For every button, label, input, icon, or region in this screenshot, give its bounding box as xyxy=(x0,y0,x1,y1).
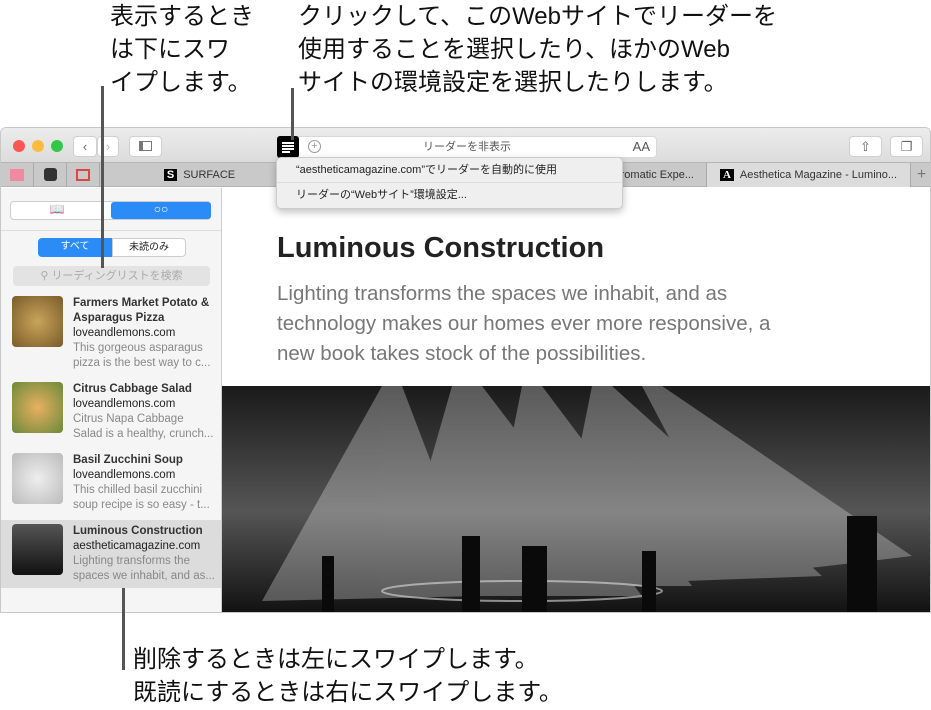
item-description: Lighting transforms the xyxy=(73,555,190,567)
pinned-tab[interactable] xyxy=(34,163,67,187)
item-title: Citrus Cabbage Salad xyxy=(73,383,192,395)
article-hero-image xyxy=(222,386,930,612)
filter-unread[interactable]: 未読のみ xyxy=(112,238,186,257)
article-title: Luminous Construction xyxy=(277,232,605,264)
reader-content: Luminous Construction Lighting transform… xyxy=(222,188,930,612)
reader-button[interactable] xyxy=(277,136,299,158)
plus-icon[interactable]: + xyxy=(308,140,321,153)
item-description: This gorgeous asparagus xyxy=(73,342,203,354)
pinned-tab[interactable] xyxy=(1,163,34,187)
reading-list-search[interactable]: ⚲ リーディングリストを検索 xyxy=(13,266,210,286)
minimize-button[interactable] xyxy=(32,140,44,152)
callout-line: は下にスワ xyxy=(110,36,230,63)
item-site: aestheticamagazine.com xyxy=(73,540,201,552)
item-site: loveandlemons.com xyxy=(73,469,176,481)
reading-list: Farmers Market Potato & Asparagus Pizza lo… xyxy=(1,292,221,598)
tab-label: Aesthetica Magazine - Lumino... xyxy=(739,169,898,181)
item-title: Asparagus Pizza xyxy=(73,312,165,324)
subtitle-line: Lighting transforms the spaces we inhabi… xyxy=(277,282,728,305)
menu-item-reader-preferences[interactable]: リーダーの“Webサイト”環境設定... xyxy=(277,183,622,208)
tab-surface[interactable]: S SURFACE xyxy=(100,163,300,187)
surface-favicon: S xyxy=(163,169,178,181)
tab-label: SURFACE xyxy=(183,169,236,181)
sidebar-icon xyxy=(139,141,152,151)
item-description: This chilled basil zucchini xyxy=(73,484,203,496)
callout-line: 削除するときは左にスワイプします。 xyxy=(133,646,539,673)
subtitle-line: new book takes stock of the possibilitie… xyxy=(277,342,647,365)
reader-options-menu: “aestheticamagazine.com”でリーダーを自動的に使用 リーダ… xyxy=(276,157,623,209)
item-site: loveandlemons.com xyxy=(73,327,176,339)
search-icon: ⚲ xyxy=(40,270,52,282)
callout-line: 使用することを選択したり、ほかのWeb xyxy=(298,36,730,63)
menu-item-auto-reader[interactable]: “aestheticamagazine.com”でリーダーを自動的に使用 xyxy=(277,158,622,183)
callout-line: イプします。 xyxy=(110,69,252,96)
back-button[interactable]: ‹ xyxy=(73,136,97,157)
close-button[interactable] xyxy=(13,140,25,152)
tab-aesthetica[interactable]: A Aesthetica Magazine - Lumino... xyxy=(707,163,911,187)
item-thumbnail xyxy=(12,296,63,347)
callout-line: サイトの環境設定を選択したりします。 xyxy=(298,69,728,96)
item-thumbnail xyxy=(12,453,63,504)
reading-list-item[interactable]: Citrus Cabbage Salad loveandlemons.com Cit… xyxy=(1,378,221,449)
item-thumbnail xyxy=(12,382,63,433)
address-text: リーダーを非表示 xyxy=(423,141,511,153)
callout-show-swipe: 表示するとき は下にスワ イプします。 xyxy=(110,0,254,99)
callout-reader-button: クリックして、このWebサイトでリーダーを 使用することを選択したり、ほかのWe… xyxy=(298,0,777,99)
search-placeholder: リーディングリストを検索 xyxy=(51,270,183,282)
callout-line: クリックして、このWebサイトでリーダーを xyxy=(298,3,777,30)
callout-leader-line xyxy=(122,588,125,670)
callout-leader-line xyxy=(101,86,104,268)
aesthetica-favicon: A xyxy=(719,169,734,181)
zoom-button[interactable] xyxy=(51,140,63,152)
tab-label: hromatic Expe... xyxy=(614,169,694,181)
reading-list-item[interactable]: Luminous Construction aestheticamagazine.… xyxy=(1,520,221,588)
sidebar-toggle-button[interactable] xyxy=(129,136,162,157)
item-title: Basil Zucchini Soup xyxy=(73,454,183,466)
text-size-button[interactable]: AA xyxy=(633,137,650,157)
bookmarks-tab[interactable]: 📖 xyxy=(11,202,103,219)
pinned-tab[interactable] xyxy=(67,163,100,187)
reading-list-tab[interactable]: ○○ xyxy=(111,202,211,219)
callout-leader-line xyxy=(291,88,294,140)
item-title: Farmers Market Potato & xyxy=(73,297,210,309)
share-button[interactable]: ⇧ xyxy=(849,136,882,157)
address-bar[interactable]: + リーダーを非表示 AA xyxy=(277,136,657,158)
callout-line: 既読にするときは右にスワイプします。 xyxy=(133,679,563,706)
reading-list-item[interactable]: Farmers Market Potato & Asparagus Pizza lo… xyxy=(1,292,221,369)
tabs-overview-button[interactable]: ❐ xyxy=(890,136,923,157)
item-description: pizza is the best way to c... xyxy=(73,357,211,369)
item-description: soup recipe is so easy - t... xyxy=(73,499,210,511)
reading-list-item[interactable]: Basil Zucchini Soup loveandlemons.com This… xyxy=(1,449,221,520)
new-tab-button[interactable]: + xyxy=(911,163,930,187)
item-title: Luminous Construction xyxy=(73,525,203,537)
callout-swipe-delete: 削除するときは左にスワイプします。 既読にするときは右にスワイプします。 xyxy=(133,643,563,709)
item-description: Citrus Napa Cabbage xyxy=(73,413,184,425)
article-subtitle: Lighting transforms the spaces we inhabi… xyxy=(277,279,770,369)
callout-line: 表示するとき xyxy=(110,3,254,30)
subtitle-line: technology makes our homes ever more res… xyxy=(277,312,771,335)
item-thumbnail xyxy=(12,524,63,575)
item-site: loveandlemons.com xyxy=(73,398,176,410)
item-description: spaces we inhabit, and as... xyxy=(73,570,215,582)
sidebar-mode-switch: 📖 ○○ xyxy=(10,201,211,220)
item-description: Salad is a healthy, crunch... xyxy=(73,428,214,440)
